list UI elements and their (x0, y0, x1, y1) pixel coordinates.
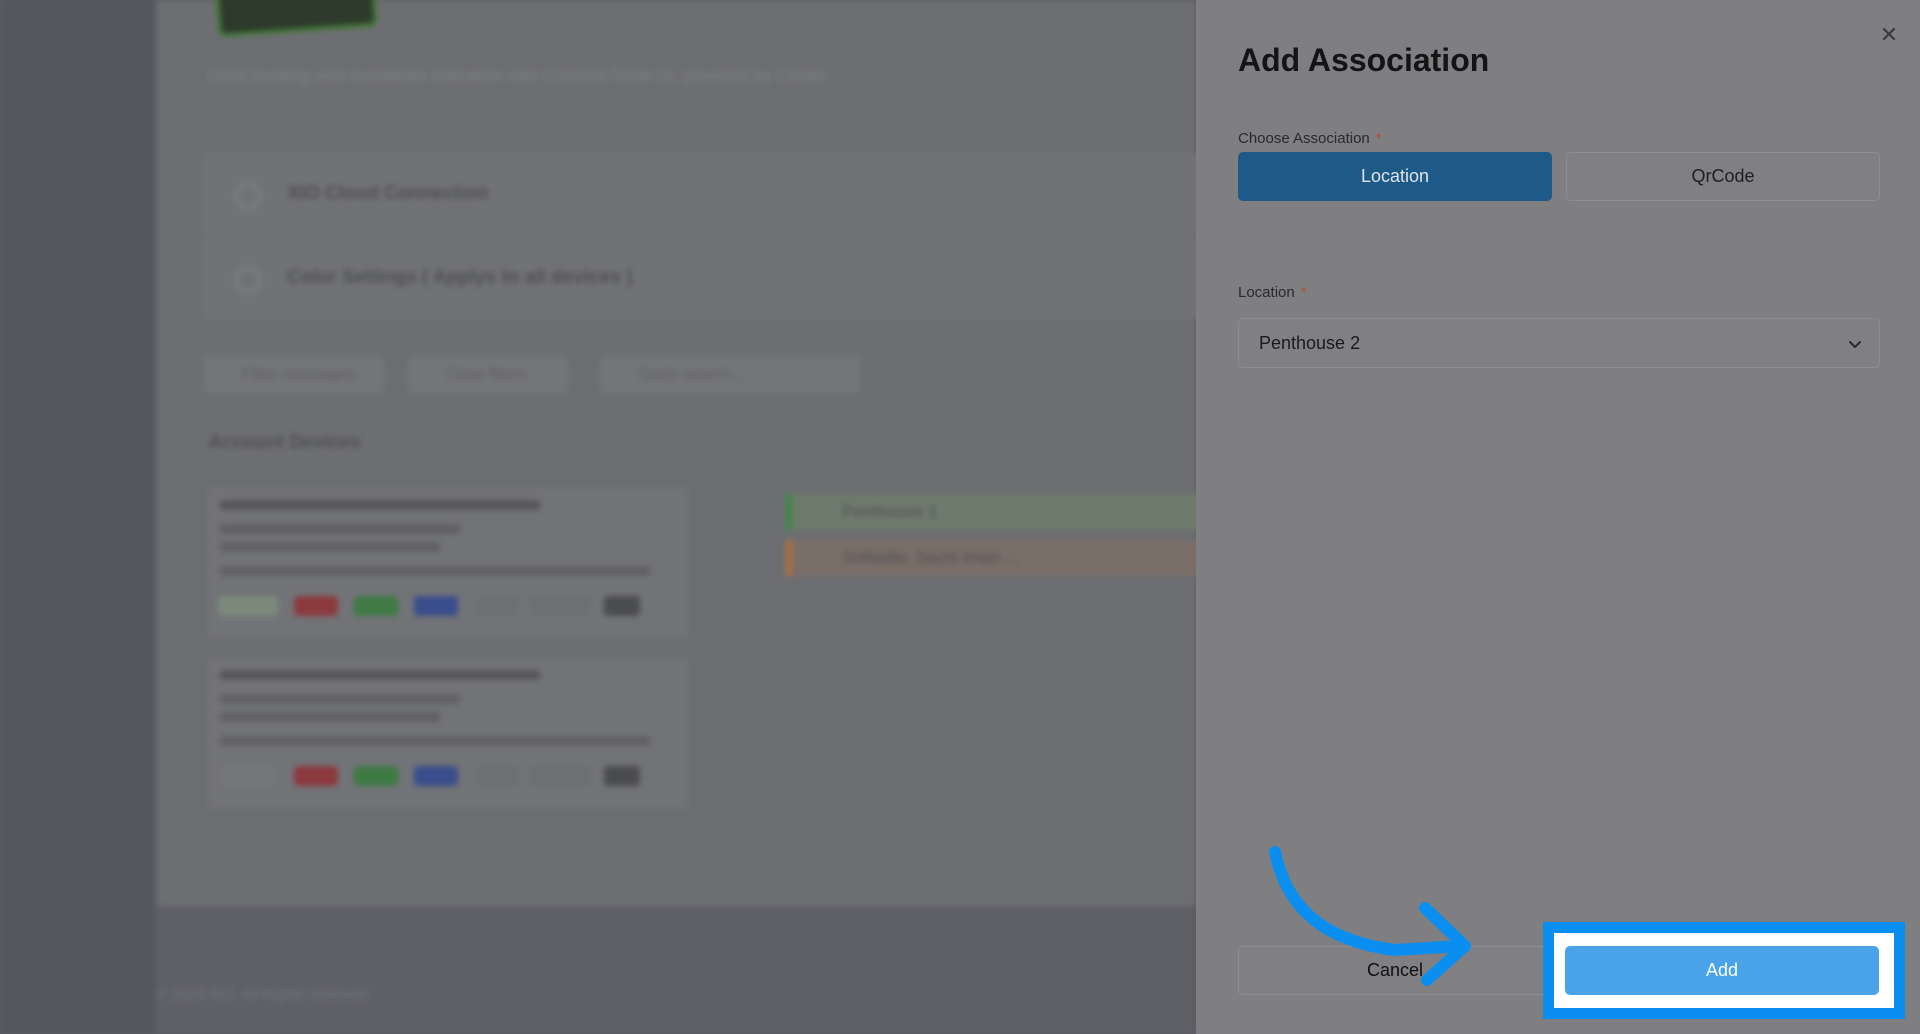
panel-status-icon (235, 183, 261, 209)
page-description: Desk booking and availability indication… (208, 66, 826, 85)
color-swatch-red[interactable] (294, 766, 338, 786)
device-meta-line (220, 736, 650, 746)
filter-messages-dropdown[interactable]: Filter messages (204, 356, 384, 394)
color-swatch-red[interactable] (294, 596, 338, 616)
device-meta-line (220, 712, 440, 722)
status-badge (218, 766, 278, 786)
toggle-chip[interactable] (604, 766, 640, 786)
close-icon[interactable]: ✕ (1874, 20, 1904, 50)
association-label: Penthouse 1 (842, 502, 938, 521)
choose-association-label: Choose Association * (1238, 130, 1382, 147)
left-rail (0, 0, 156, 1034)
association-row-qrcode[interactable]: Sofitaille: Sachi khan ... (786, 540, 1206, 576)
association-row-location[interactable]: Penthouse 1 (786, 494, 1206, 530)
location-select-value: Penthouse 2 (1259, 333, 1361, 353)
quick-search-input[interactable]: Quick search... (600, 356, 860, 394)
footer-copyright: © 2023 XiO. All Rights reserved (156, 986, 368, 1003)
panel-title: XIO Cloud Connection (287, 183, 489, 204)
location-field-label: Location * (1238, 284, 1307, 301)
brightness-chip[interactable] (478, 596, 518, 616)
panel-xio-cloud-connection[interactable]: XIO Cloud Connection (204, 154, 1204, 234)
device-meta-line (220, 524, 460, 534)
page-content: Desk booking and availability indication… (156, 0, 1206, 906)
device-meta-line (220, 566, 650, 576)
add-button[interactable]: Add (1565, 946, 1879, 995)
page-footer: © 2023 XiO. All Rights reserved (156, 906, 1196, 1034)
device-meta-line (220, 694, 460, 704)
device-card (208, 488, 688, 638)
drawer-title: Add Association (1238, 42, 1490, 78)
device-image (214, 0, 378, 38)
section-title: Account Devices (208, 432, 362, 453)
required-mark: * (1300, 284, 1307, 301)
location-option-button[interactable]: Location (1238, 152, 1552, 201)
panel-color-settings[interactable]: Color Settings ( Applys to all devices ) (204, 238, 1204, 318)
clear-filters-button[interactable]: Clear filters (408, 356, 568, 394)
device-meta-line (220, 542, 440, 552)
required-mark: * (1375, 130, 1382, 147)
location-select[interactable]: Penthouse 2 (1238, 318, 1880, 368)
annotation-arrow-icon (1269, 846, 1471, 986)
color-swatch-blue[interactable] (414, 596, 458, 616)
qrcode-option-button[interactable]: QrCode (1566, 152, 1880, 201)
toggle-chip[interactable] (604, 596, 640, 616)
color-swatch-green[interactable] (354, 596, 398, 616)
chevron-down-icon (1849, 341, 1861, 348)
color-swatch-green[interactable] (354, 766, 398, 786)
brightness-chip[interactable] (478, 766, 518, 786)
color-swatch-blue[interactable] (414, 766, 458, 786)
panel-title: Color Settings ( Applys to all devices ) (287, 267, 633, 288)
disable-chip[interactable] (530, 596, 590, 616)
disable-chip[interactable] (530, 766, 590, 786)
device-title-line (220, 670, 540, 680)
panel-status-icon (235, 267, 261, 293)
status-badge (218, 596, 278, 616)
association-label: Sofitaille: Sachi khan ... (842, 548, 1019, 567)
device-card (208, 658, 688, 808)
device-title-line (220, 500, 540, 510)
